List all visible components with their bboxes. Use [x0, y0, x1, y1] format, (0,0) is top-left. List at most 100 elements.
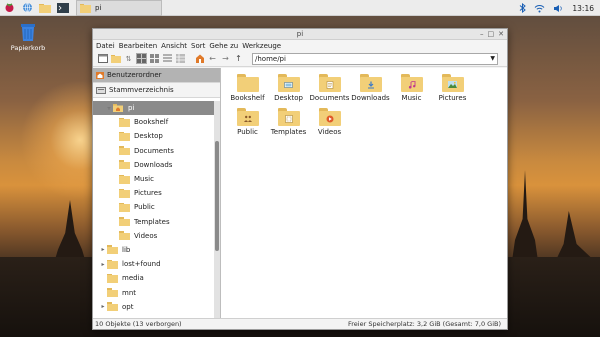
terminal-icon[interactable] — [54, 0, 72, 16]
tree-item-label: pi — [128, 104, 135, 113]
file-item[interactable]: Public — [227, 108, 268, 142]
folder-icon — [107, 273, 118, 283]
documents-icon — [119, 146, 130, 156]
toolbar: ⇅ ← → ↑ /home/pi ▼ — [93, 51, 507, 67]
tree-item[interactable]: Public — [93, 200, 214, 214]
pictures-icon — [119, 188, 130, 198]
public-icon — [119, 202, 130, 212]
file-manager-window: pi – □ ✕ Datei Bearbeiten Ansicht Sort G… — [92, 28, 508, 330]
home-icon[interactable] — [194, 53, 205, 64]
directory-tree: ▿ pi Bookshelf Desktop Documents Downloads Mus… — [93, 101, 214, 318]
status-bar: 10 Objekte (13 verborgen) Freier Speiche… — [93, 318, 507, 329]
file-item-label: Templates — [270, 128, 307, 136]
tree-item[interactable]: Templates — [93, 215, 214, 229]
window-body: Benutzerordner Stammverzeichnis ▿ pi Books… — [93, 68, 507, 318]
maximize-icon[interactable]: □ — [488, 29, 495, 40]
videos-icon — [318, 108, 341, 126]
folder-icon — [107, 259, 118, 269]
compact-view-icon[interactable] — [162, 53, 173, 64]
file-item[interactable]: Videos — [309, 108, 350, 142]
trash-label: Papierkorb — [10, 44, 46, 52]
pictures-icon — [441, 74, 464, 92]
desktop-icon — [277, 74, 300, 92]
up-arrow-icon[interactable]: ↑ — [233, 53, 244, 64]
tree-item[interactable]: ▸ opt — [93, 300, 214, 314]
address-bar[interactable]: /home/pi ▼ — [252, 52, 498, 65]
system-tray: 13:16 — [519, 0, 594, 16]
folder-icon — [107, 288, 118, 298]
top-panel: pi 13:16 — [0, 0, 600, 16]
sort-icon[interactable]: ⇅ — [123, 53, 134, 64]
file-item[interactable]: Documents — [309, 74, 350, 108]
tree-item[interactable]: mnt — [93, 285, 214, 299]
tree-item[interactable]: Pictures — [93, 186, 214, 200]
new-window-icon[interactable] — [97, 53, 108, 64]
tree-item[interactable]: ▸ lib — [93, 243, 214, 257]
expand-arrow-icon[interactable]: ▸ — [99, 261, 107, 268]
raspberry-menu-icon[interactable] — [0, 0, 18, 16]
file-item-label: Videos — [317, 128, 342, 136]
tree-item-label: Pictures — [134, 189, 162, 198]
public-icon — [236, 108, 259, 126]
menu-view[interactable]: Ansicht — [161, 42, 187, 50]
chevron-down-icon[interactable]: ▼ — [490, 54, 495, 64]
web-browser-icon[interactable] — [18, 0, 36, 16]
file-item-label: Pictures — [438, 94, 467, 102]
file-item[interactable]: Downloads — [350, 74, 391, 108]
menu-edit[interactable]: Bearbeiten — [119, 42, 157, 50]
icon-view-icon[interactable] — [136, 53, 147, 64]
menu-go[interactable]: Gehe zu — [209, 42, 238, 50]
tree-item[interactable]: ▿ pi — [93, 101, 214, 116]
file-item[interactable]: Music — [391, 74, 432, 108]
file-grid: Bookshelf Desktop Documents Downloads Music P… — [227, 74, 473, 142]
file-manager-launcher-icon[interactable] — [36, 0, 54, 16]
volume-icon[interactable] — [553, 4, 564, 13]
menu-sort[interactable]: Sort — [191, 42, 205, 50]
menu-tools[interactable]: Werkzeuge — [242, 42, 281, 50]
expand-arrow-icon[interactable]: ▸ — [99, 303, 107, 310]
downloads-icon — [119, 160, 130, 170]
home-folder-icon — [113, 103, 124, 113]
tree-item[interactable]: Music — [93, 172, 214, 186]
tree-item[interactable]: media — [93, 271, 214, 285]
taskbar-file-manager[interactable]: pi — [76, 0, 162, 16]
expand-arrow-icon[interactable]: ▸ — [99, 246, 107, 253]
collapse-arrow-icon[interactable]: ▿ — [105, 105, 113, 112]
desktop-trash[interactable]: Papierkorb — [8, 22, 48, 52]
clock[interactable]: 13:16 — [572, 4, 594, 13]
music-icon — [400, 74, 423, 92]
tree-item-label: lib — [122, 245, 131, 254]
list-view-icon[interactable] — [175, 53, 186, 64]
tree-item[interactable]: Documents — [93, 144, 214, 158]
wifi-icon[interactable] — [534, 4, 545, 13]
tree-item[interactable]: Desktop — [93, 129, 214, 143]
place-home[interactable]: Benutzerordner — [93, 68, 220, 83]
file-item[interactable]: Desktop — [268, 74, 309, 108]
new-tab-icon[interactable] — [110, 53, 121, 64]
window-titlebar[interactable]: pi – □ ✕ — [93, 29, 507, 40]
templates-icon — [277, 108, 300, 126]
place-root[interactable]: Stammverzeichnis — [93, 83, 220, 98]
menu-file[interactable]: Datei — [96, 42, 115, 50]
minimize-icon[interactable]: – — [480, 29, 484, 40]
tree-item-label: media — [122, 274, 144, 283]
status-item-count: 10 Objekte (13 verborgen) — [95, 320, 182, 328]
back-arrow-icon[interactable]: ← — [207, 53, 218, 64]
templates-icon — [119, 217, 130, 227]
tree-item[interactable]: ▸ lost+found — [93, 257, 214, 271]
file-item[interactable]: Pictures — [432, 74, 473, 108]
forward-arrow-icon[interactable]: → — [220, 53, 231, 64]
file-item[interactable]: Templates — [268, 108, 309, 142]
tree-item[interactable]: Bookshelf — [93, 115, 214, 129]
file-item[interactable]: Bookshelf — [227, 74, 268, 108]
bluetooth-icon[interactable] — [519, 3, 527, 13]
tree-item[interactable]: Videos — [93, 229, 214, 243]
file-item-label: Downloads — [351, 94, 390, 102]
scrollbar-thumb[interactable] — [215, 141, 219, 251]
sidebar-scrollbar[interactable] — [214, 101, 220, 318]
thumbnail-view-icon[interactable] — [149, 53, 160, 64]
menu-bar: Datei Bearbeiten Ansicht Sort Gehe zu We… — [93, 40, 507, 51]
tree-item[interactable]: Downloads — [93, 158, 214, 172]
music-icon — [119, 174, 130, 184]
close-icon[interactable]: ✕ — [498, 29, 504, 40]
